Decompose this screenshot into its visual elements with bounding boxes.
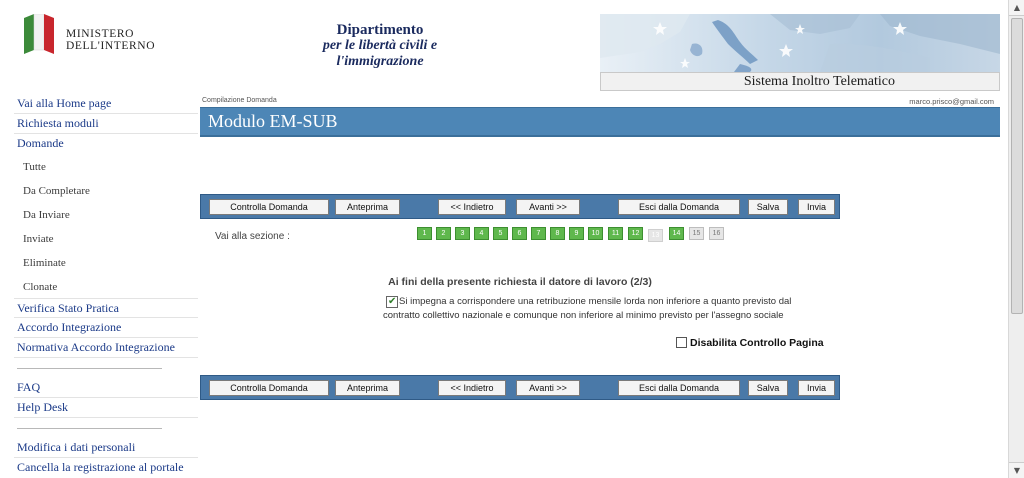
section-button-10[interactable]: 10 [588, 227, 603, 240]
question-title: Ai fini della presente richiesta il dato… [388, 276, 652, 288]
sidebar-subitem-inviate[interactable]: Inviate [23, 233, 54, 245]
section-nav-label: Vai alla sezione : [215, 231, 290, 242]
sidebar-item-cancella-registrazione[interactable]: Cancella la registrazione al portale [14, 458, 198, 478]
salva-button[interactable]: Salva [748, 380, 788, 396]
arrow-down-icon[interactable]: ▼ [1009, 462, 1024, 478]
anteprima-button[interactable]: Anteprima [335, 380, 400, 396]
sidebar-subitem-clonate[interactable]: Clonate [23, 281, 57, 293]
controlla-domanda-button[interactable]: Controlla Domanda [209, 380, 329, 396]
disable-page-check-checkbox[interactable] [676, 337, 687, 348]
system-name: Sistema Inoltro Telematico [743, 74, 895, 89]
section-button-12[interactable]: 12 [628, 227, 643, 240]
department-name: Dipartimento [336, 22, 424, 38]
sidebar-subitem-tutte[interactable]: Tutte [23, 161, 46, 173]
section-button-5[interactable]: 5 [493, 227, 508, 240]
sidebar-divider [17, 368, 162, 369]
avanti-button[interactable]: Avanti >> [516, 380, 580, 396]
vertical-scrollbar[interactable]: ▲ ▼ [1008, 0, 1024, 478]
salva-button[interactable]: Salva [748, 199, 788, 215]
invia-button[interactable]: Invia [798, 380, 835, 396]
section-button-11[interactable]: 11 [608, 227, 623, 240]
section-button-7[interactable]: 7 [531, 227, 546, 240]
system-name-bar: Sistema Inoltro Telematico [600, 72, 1000, 91]
sidebar-item-modifica-dati[interactable]: Modifica i dati personali [14, 438, 198, 458]
esci-domanda-button[interactable]: Esci dalla Domanda [618, 380, 740, 396]
sidebar-subitem-da-completare[interactable]: Da Completare [23, 185, 90, 197]
breadcrumb: Compilazione Domanda [202, 97, 277, 104]
department-subtitle-line1: per le libertà civili e [322, 38, 438, 53]
user-email: marco.prisco@gmail.com [909, 97, 994, 106]
section-button-13-current[interactable]: 13 [648, 229, 663, 242]
commitment-text-line1: Si impegna a corrispondere una retribuzi… [399, 296, 792, 307]
section-button-6[interactable]: 6 [512, 227, 527, 240]
indietro-button[interactable]: << Indietro [438, 380, 506, 396]
arrow-up-icon[interactable]: ▲ [1009, 0, 1024, 16]
sidebar-subitem-da-inviare[interactable]: Da Inviare [23, 209, 70, 221]
sidebar-item-faq[interactable]: FAQ [14, 378, 198, 398]
sidebar-subitem-eliminate[interactable]: Eliminate [23, 257, 66, 269]
europe-map-banner [600, 14, 1000, 72]
sidebar-divider [17, 428, 162, 429]
section-button-16[interactable]: 16 [709, 227, 724, 240]
esci-domanda-button[interactable]: Esci dalla Domanda [618, 199, 740, 215]
ministry-name-line2: DELL'INTERNO [66, 40, 156, 52]
ministry-logo[interactable]: MINISTERO DELL'INTERNO [24, 14, 174, 54]
section-button-2[interactable]: 2 [436, 227, 451, 240]
commitment-text-line2: contratto collettivo nazionale e comunqu… [383, 310, 784, 321]
sidebar-item-domande[interactable]: Domande [14, 134, 198, 154]
disable-page-check-label[interactable]: Disabilita Controllo Pagina [690, 337, 824, 349]
sidebar-item-richiesta-moduli[interactable]: Richiesta moduli [14, 114, 198, 134]
page-title: Modulo EM-SUB [208, 111, 338, 131]
section-button-1[interactable]: 1 [417, 227, 432, 240]
page-title-bar: Modulo EM-SUB [200, 107, 1000, 137]
section-button-3[interactable]: 3 [455, 227, 470, 240]
commitment-checkbox[interactable]: ✔ [386, 296, 398, 308]
section-button-15[interactable]: 15 [689, 227, 704, 240]
anteprima-button[interactable]: Anteprima [335, 199, 400, 215]
controlla-domanda-button[interactable]: Controlla Domanda [209, 199, 329, 215]
section-button-8[interactable]: 8 [550, 227, 565, 240]
checkmark-icon: ✔ [388, 296, 397, 307]
italian-flag-icon [24, 14, 54, 54]
avanti-button[interactable]: Avanti >> [516, 199, 580, 215]
sidebar-item-accordo-integrazione[interactable]: Accordo Integrazione [14, 318, 198, 338]
department-subtitle-line2: l'immigrazione [336, 54, 424, 69]
section-button-4[interactable]: 4 [474, 227, 489, 240]
scrollbar-thumb[interactable] [1011, 18, 1023, 314]
indietro-button[interactable]: << Indietro [438, 199, 506, 215]
page-header: MINISTERO DELL'INTERNO Dipartimento per … [0, 0, 1008, 94]
sidebar-item-home[interactable]: Vai alla Home page [14, 94, 198, 114]
invia-button[interactable]: Invia [798, 199, 835, 215]
form-toolbar-top: Controlla Domanda Anteprima << Indietro … [200, 194, 840, 219]
department-title: Dipartimento per le libertà civili e l'i… [300, 22, 460, 70]
form-toolbar-bottom: Controlla Domanda Anteprima << Indietro … [200, 375, 840, 400]
sidebar-item-verifica-stato[interactable]: Verifica Stato Pratica [14, 298, 198, 318]
section-button-9[interactable]: 9 [569, 227, 584, 240]
sidebar-item-help-desk[interactable]: Help Desk [14, 398, 198, 418]
sidebar-item-normativa-accordo[interactable]: Normativa Accordo Integrazione [14, 338, 198, 358]
ministry-name-line1: MINISTERO [66, 28, 135, 40]
section-button-14[interactable]: 14 [669, 227, 684, 240]
